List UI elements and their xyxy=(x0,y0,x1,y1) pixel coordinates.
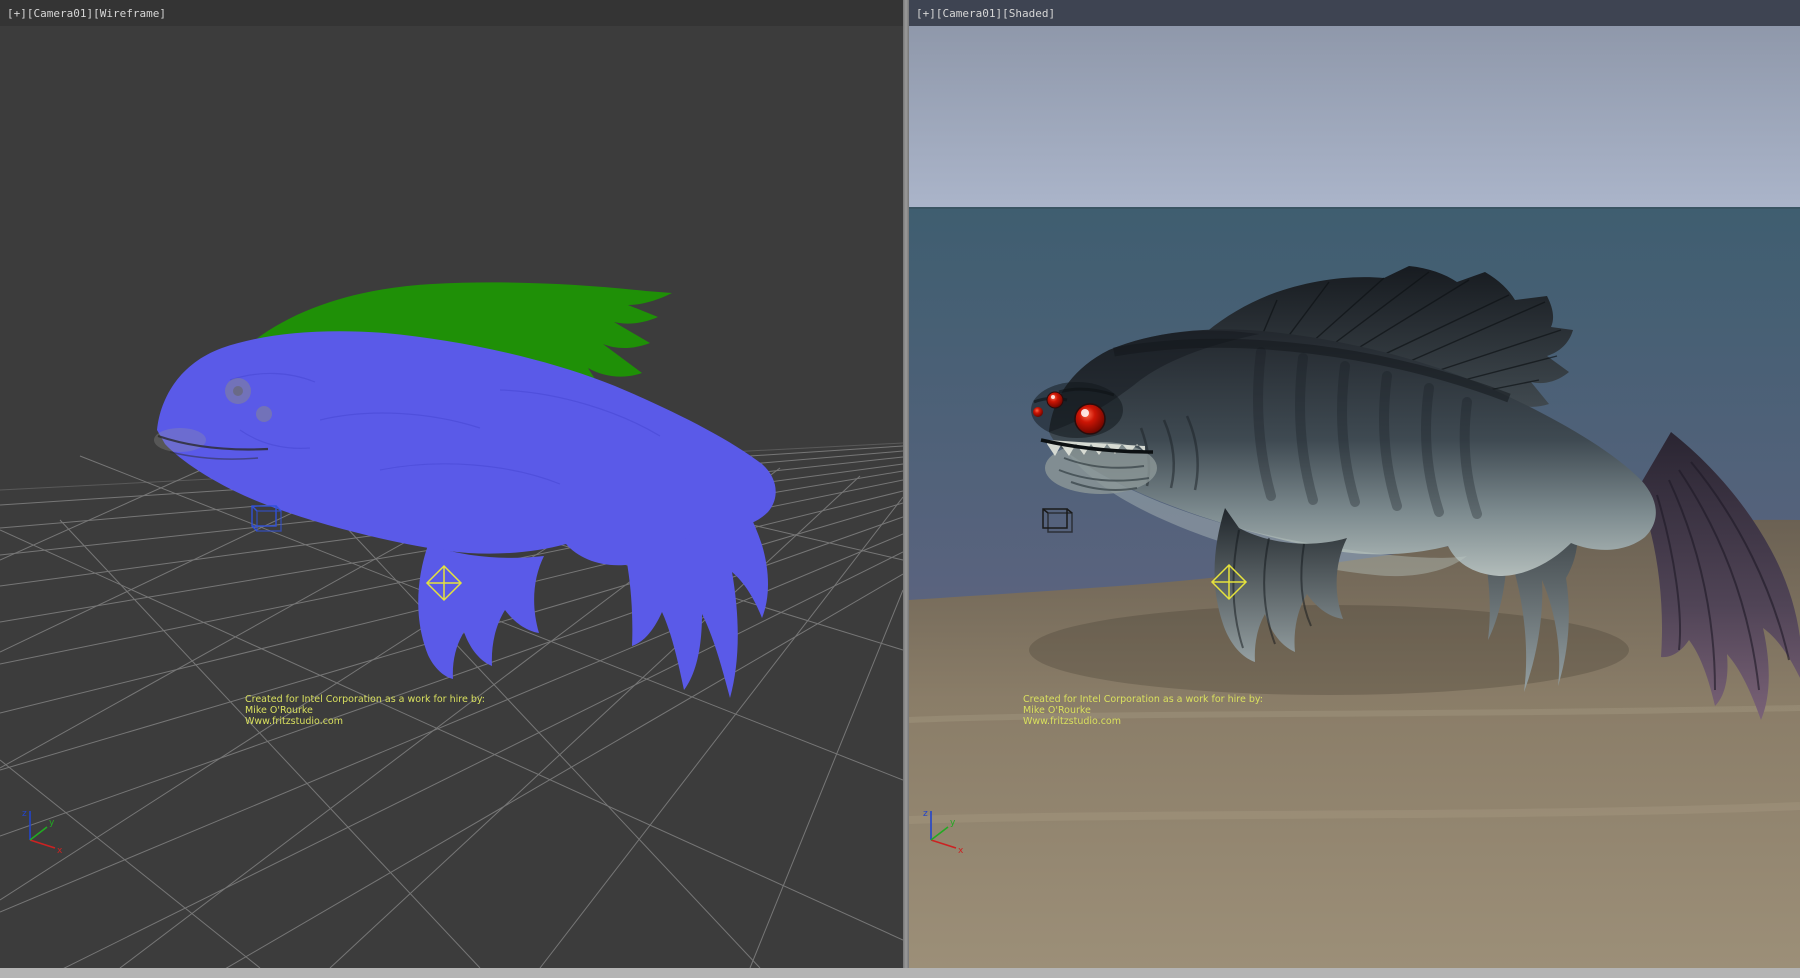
viewport-wireframe[interactable]: z x y [+][Camera01][Wireframe] Created f… xyxy=(0,0,903,968)
eye-highlight xyxy=(1051,395,1055,399)
fish-model-wireframe[interactable] xyxy=(154,282,776,698)
credit-line: Created for Intel Corporation as a work … xyxy=(245,694,485,705)
sky xyxy=(909,0,1800,210)
eye-small xyxy=(1033,407,1043,417)
credit-text: Created for Intel Corporation as a work … xyxy=(245,694,485,727)
viewport-label-bar: [+][Camera01][Shaded] xyxy=(909,0,1800,26)
viewport-label-bar: [+][Camera01][Wireframe] xyxy=(0,0,903,26)
credit-line: Mike O'Rourke xyxy=(245,705,485,716)
axis-y-label: y xyxy=(49,818,55,828)
axis-z-label: z xyxy=(22,809,27,819)
axis-x-label: x xyxy=(57,846,63,856)
viewport-menu-shading[interactable]: [Shaded] xyxy=(1002,7,1055,20)
eye-pupil xyxy=(233,386,243,396)
credit-line: Created for Intel Corporation as a work … xyxy=(1023,694,1263,705)
eye-medium xyxy=(1047,392,1063,408)
axis-y-label: y xyxy=(950,818,956,828)
credit-line: Www.fritzstudio.com xyxy=(1023,716,1263,727)
eye-spot xyxy=(256,406,272,422)
credit-line: Www.fritzstudio.com xyxy=(245,716,485,727)
wireframe-scene: z x y xyxy=(0,0,903,968)
viewport-menu-camera[interactable]: [Camera01] xyxy=(27,7,93,20)
viewport-shaded[interactable]: z x y [+][Camera01][Shaded] Created for … xyxy=(909,0,1800,968)
box-helper[interactable] xyxy=(252,506,281,531)
snout-shading xyxy=(154,428,206,452)
viewport-menu-camera[interactable]: [Camera01] xyxy=(936,7,1002,20)
credit-line: Mike O'Rourke xyxy=(1023,705,1263,716)
credit-text: Created for Intel Corporation as a work … xyxy=(1023,694,1263,727)
viewport-menu-shading[interactable]: [Wireframe] xyxy=(93,7,166,20)
shaded-scene: z x y xyxy=(909,0,1800,968)
fish-body xyxy=(157,331,776,565)
axis-z-label: z xyxy=(923,809,928,819)
viewport-area: z x y [+][Camera01][Wireframe] Created f… xyxy=(0,0,1800,978)
viewport-menu-general[interactable]: [+] xyxy=(7,7,27,20)
leg-fin xyxy=(418,545,544,679)
window-edge xyxy=(0,968,1800,978)
axis-x-label: x xyxy=(958,846,964,856)
viewport-menu-general[interactable]: [+] xyxy=(916,7,936,20)
eye-highlight xyxy=(1081,409,1089,417)
eye-large xyxy=(1075,404,1105,434)
